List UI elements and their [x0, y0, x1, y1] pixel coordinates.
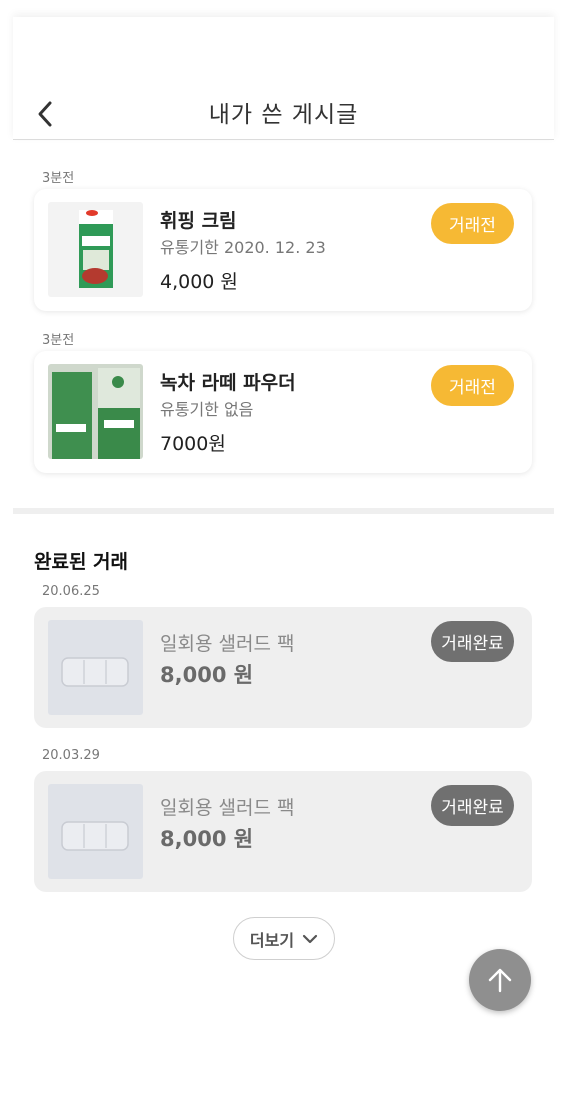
- status-badge-pre-trade[interactable]: 거래전: [431, 365, 514, 406]
- post-time-label: 3분전: [42, 333, 75, 348]
- load-more-label: 더보기: [249, 930, 295, 950]
- item-name: 일회용 샐러드 팩: [160, 797, 295, 819]
- post-card[interactable]: 녹차 라떼 파우더 유통기한 없음 7000원 거래전: [34, 351, 532, 473]
- section-divider: [13, 508, 554, 514]
- completed-card[interactable]: 일회용 샐러드 팩 8,000 원 거래완료: [34, 771, 532, 892]
- item-expiry: 유통기한 없음: [160, 400, 254, 419]
- completed-section-title: 완료된 거래: [34, 551, 129, 573]
- status-badge-completed[interactable]: 거래완료: [431, 621, 514, 662]
- product-image-whipping-cream: [48, 202, 143, 297]
- scroll-to-top-button[interactable]: [469, 949, 531, 1011]
- item-price: 7000원: [160, 433, 226, 455]
- post-time-label: 3분전: [42, 171, 75, 186]
- item-price: 8,000 원: [160, 827, 254, 851]
- item-name: 휘핑 크림: [160, 210, 237, 232]
- product-image-salad-pack: [48, 784, 143, 879]
- completed-card[interactable]: 일회용 샐러드 팩 8,000 원 거래완료: [34, 607, 532, 728]
- item-name: 녹차 라떼 파우더: [160, 372, 296, 394]
- item-name: 일회용 샐러드 팩: [160, 633, 295, 655]
- chevron-down-icon: [302, 934, 318, 943]
- completed-date-label: 20.03.29: [42, 748, 100, 763]
- product-image-greentea-powder: [48, 364, 143, 459]
- item-expiry: 유통기한 2020. 12. 23: [160, 238, 326, 257]
- load-more-button[interactable]: 더보기: [233, 917, 335, 960]
- status-badge-pre-trade[interactable]: 거래전: [431, 203, 514, 244]
- completed-date-label: 20.06.25: [42, 584, 100, 599]
- header-bar: 내가 쓴 게시글: [13, 17, 554, 140]
- page-title: 내가 쓴 게시글: [208, 102, 359, 128]
- item-price: 8,000 원: [160, 663, 254, 687]
- post-card[interactable]: 휘핑 크림 유통기한 2020. 12. 23 4,000 원 거래전: [34, 189, 532, 311]
- status-badge-completed[interactable]: 거래완료: [431, 785, 514, 826]
- arrow-up-icon: [488, 968, 512, 993]
- product-image-salad-pack: [48, 620, 143, 715]
- item-price: 4,000 원: [160, 271, 238, 293]
